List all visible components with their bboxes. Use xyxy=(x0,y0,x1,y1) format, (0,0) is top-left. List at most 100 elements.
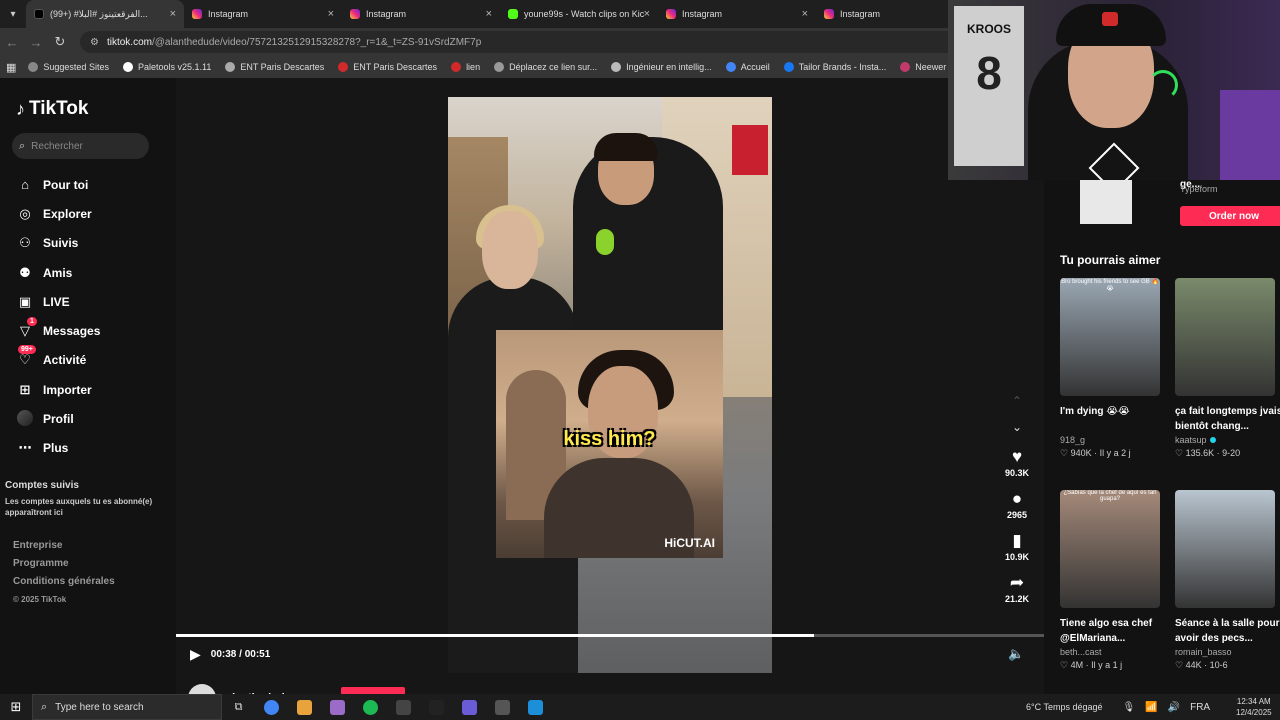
video-caption: kiss him? xyxy=(563,428,656,450)
bookmark-item[interactable]: Paletools v25.1.11 xyxy=(122,62,211,72)
play-icon[interactable]: ▶ xyxy=(190,646,201,663)
settings-icon[interactable] xyxy=(486,694,519,720)
recommended-video-card[interactable]: ¿Sabías que la chef de aquí es tan guapa… xyxy=(1060,490,1168,671)
jersey-frame: KROOS 8 xyxy=(954,6,1024,166)
video-stats: ♡ 940K · Il y a 2 j xyxy=(1060,448,1131,458)
volume-icon[interactable]: 🔈 xyxy=(1008,646,1024,662)
close-icon[interactable]: × xyxy=(328,8,334,20)
discord-icon[interactable] xyxy=(453,694,486,720)
app-icon[interactable] xyxy=(321,694,354,720)
taskbar-clock[interactable]: 12:34 AM 12/4/2025 xyxy=(1236,696,1272,718)
activity-icon: ♡ xyxy=(19,352,31,368)
ad-thumbnail[interactable] xyxy=(1080,176,1132,224)
sidebar-item-upload[interactable]: ⊞ Importer xyxy=(16,375,100,404)
video-title[interactable]: ça fait longtemps jvais bientôt chang... xyxy=(1175,404,1280,434)
spotify-icon[interactable] xyxy=(354,694,387,720)
apps-grid-icon[interactable]: ▦ xyxy=(6,61,16,74)
comment-action[interactable]: ● 2965 xyxy=(996,488,1038,520)
search-input[interactable]: ⌕ Rechercher xyxy=(12,133,149,159)
video-frame[interactable]: kiss him? HiCUT.AI xyxy=(448,97,772,673)
video-title[interactable]: Tiene algo esa chef @ElMariana... xyxy=(1060,616,1168,646)
sidebar-item-home[interactable]: ⌂ Pour toi xyxy=(16,170,100,199)
share-action[interactable]: ➦ 21.2K xyxy=(996,572,1038,604)
sidebar-item-more[interactable]: ⋯ Plus xyxy=(16,434,100,463)
video-thumbnail[interactable] xyxy=(1175,490,1275,608)
browser-tab-1[interactable]: Instagram × xyxy=(184,0,342,28)
footer-link-programme[interactable]: Programme xyxy=(13,558,115,576)
bookmark-item[interactable]: Accueil xyxy=(725,62,770,72)
back-arrow-icon[interactable]: ← xyxy=(0,35,24,50)
recommended-video-card[interactable]: Bro brought his friends to see GB 🔥😭 I'm … xyxy=(1060,278,1168,459)
video-progress-bar[interactable] xyxy=(176,634,1044,637)
windows-start-icon[interactable]: ⊞ xyxy=(0,699,32,715)
video-thumbnail[interactable] xyxy=(1175,278,1275,396)
bookmark-label: lien xyxy=(466,62,481,72)
video-stats: ♡ 4M · Il y a 1 j xyxy=(1060,660,1123,670)
browser-tab-3[interactable]: youne99s - Watch clips on Kick × xyxy=(500,0,658,28)
windows-taskbar: ⊞ ⌕ Type here to search ⧉ 6°C Temps déga… xyxy=(0,694,1280,720)
site-settings-icon[interactable]: ⚙ xyxy=(90,37,99,48)
close-icon[interactable]: × xyxy=(644,8,650,20)
bookmark-item[interactable]: ENT Paris Descartes xyxy=(225,62,324,72)
app-icon-3[interactable] xyxy=(519,694,552,720)
tab-title: Instagram xyxy=(840,9,881,19)
save-action[interactable]: ▮ 10.9K xyxy=(996,530,1038,562)
browser-tab-0[interactable]: (99+) #الفرقعتينوز #البلا... × xyxy=(26,0,184,28)
bookmark-item[interactable]: lien xyxy=(451,62,480,72)
address-bar[interactable]: ⚙ tiktok.com/@alanthedude/video/75721325… xyxy=(80,31,980,53)
task-view-icon[interactable]: ⧉ xyxy=(222,694,255,720)
sidebar-item-compass[interactable]: ◎ Explorer xyxy=(16,199,100,228)
video-thumbnail[interactable]: ¿Sabías que la chef de aquí es tan guapa… xyxy=(1060,490,1160,608)
taskbar-search[interactable]: ⌕ Type here to search xyxy=(32,694,222,720)
video-age: Il y a 1 j xyxy=(1091,660,1123,670)
reload-icon[interactable]: ↻ xyxy=(48,34,72,50)
close-icon[interactable]: × xyxy=(486,8,492,20)
sidebar-item-activity[interactable]: ♡ 99+ Activité xyxy=(16,344,100,375)
video-thumbnail[interactable]: Bro brought his friends to see GB 🔥😭 xyxy=(1060,278,1160,396)
bookmark-item[interactable]: Déplacez ce lien sur... xyxy=(494,62,597,72)
footer-link-conditions[interactable]: Conditions générales xyxy=(13,576,115,594)
bookmark-label: Ingénieur en intellig... xyxy=(626,62,712,72)
camera-icon[interactable] xyxy=(387,694,420,720)
sidebar-item-profile[interactable]: Profil xyxy=(16,404,100,433)
file-explorer-icon[interactable] xyxy=(288,694,321,720)
close-icon[interactable]: × xyxy=(170,8,176,20)
video-stats: ♡ 44K · 10-6 xyxy=(1175,660,1228,670)
forward-arrow-icon[interactable]: → xyxy=(24,35,48,50)
video-age: Il y a 2 j xyxy=(1099,448,1131,458)
tiktok-logo[interactable]: ♪ TikTok xyxy=(16,98,88,120)
video-title[interactable]: I'm dying 😭😭 xyxy=(1060,404,1168,434)
sidebar-item-messages[interactable]: ▽ 1 Messages xyxy=(16,316,100,345)
recommended-video-card[interactable]: ça fait longtemps jvais bientôt chang...… xyxy=(1175,278,1280,459)
network-icon[interactable]: 📶 xyxy=(1145,702,1157,713)
chevron-down-icon[interactable]: ⌄ xyxy=(1010,420,1024,434)
speaker-icon[interactable]: 🔊 xyxy=(1168,702,1180,713)
app-icon-2[interactable] xyxy=(420,694,453,720)
jersey-name: KROOS xyxy=(966,22,1011,36)
system-tray: 6°C Temps dégagé 🎙 📶 🔊 FRA xyxy=(1026,694,1220,720)
browser-tab-2[interactable]: Instagram × xyxy=(342,0,500,28)
chevron-up-icon[interactable]: ⌃ xyxy=(1010,394,1024,408)
order-now-button[interactable]: Order now xyxy=(1180,206,1280,226)
bookmark-item[interactable]: Tailor Brands - Insta... xyxy=(783,62,886,72)
footer-link-entreprise[interactable]: Entreprise xyxy=(13,540,115,558)
sidebar-item-friends[interactable]: ⚉ Amis xyxy=(16,258,100,287)
weather-widget[interactable]: 6°C Temps dégagé xyxy=(1026,702,1102,712)
webcam-overlay: KROOS 8 xyxy=(948,0,1280,180)
browser-tab-4[interactable]: Instagram × xyxy=(658,0,816,28)
chrome-icon[interactable] xyxy=(255,694,288,720)
video-inset-image: kiss him? HiCUT.AI xyxy=(496,330,723,558)
language-indicator[interactable]: FRA xyxy=(1190,702,1210,713)
like-action[interactable]: ♥ 90.3K xyxy=(996,446,1038,478)
close-icon[interactable]: × xyxy=(802,8,808,20)
recommended-video-card[interactable]: Séance à la salle pour avoir des pecs...… xyxy=(1175,490,1280,671)
mic-icon[interactable]: 🎙 xyxy=(1122,702,1135,713)
sidebar-item-following[interactable]: ⚇ Suivis xyxy=(16,229,100,258)
video-title[interactable]: Séance à la salle pour avoir des pecs... xyxy=(1175,616,1280,646)
bookmark-item[interactable]: ENT Paris Descartes xyxy=(338,62,437,72)
sidebar-item-live[interactable]: ▣ LIVE xyxy=(16,287,100,316)
tab-list-chevron-icon[interactable]: ▾ xyxy=(0,0,26,28)
bookmark-item[interactable]: Ingénieur en intellig... xyxy=(611,62,712,72)
following-icon: ⚇ xyxy=(19,235,31,251)
bookmark-item[interactable]: Suggested Sites xyxy=(28,62,109,72)
